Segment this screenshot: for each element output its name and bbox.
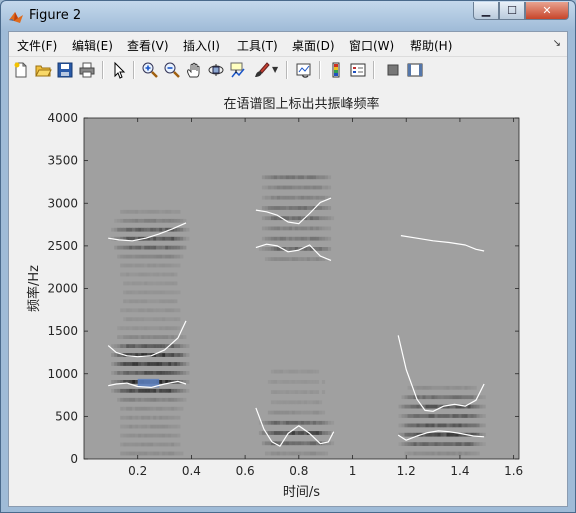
toolbar-separator (286, 61, 288, 79)
close-button[interactable]: ✕ (525, 2, 569, 20)
zoom-in-icon[interactable] (141, 61, 159, 79)
rotate-3d-icon[interactable] (207, 61, 225, 79)
y-tick-label: 1500 (47, 324, 78, 338)
save-icon[interactable] (56, 61, 74, 79)
minimize-icon: ▁ (481, 4, 491, 17)
hide-plot-tools-icon[interactable] (384, 61, 402, 79)
print-icon[interactable] (78, 61, 96, 79)
toolbar-separator (133, 61, 135, 79)
chart-title: 在语谱图上标出共振峰频率 (223, 96, 379, 112)
data-cursor-icon[interactable] (229, 61, 247, 79)
title-bar[interactable]: Figure 2 ▁ ☐ ✕ (1, 1, 575, 31)
figure-canvas: 在语谱图上标出共振峰频率 0.2 0.4 0.6 0.8 1 1.2 1.4 1.6 0 500… (9, 84, 567, 506)
x-tick-label: 1.2 (397, 464, 416, 478)
menu-help[interactable]: 帮助(H) (410, 37, 452, 54)
menubar: 文件(F) 编辑(E) 查看(V) 插入(I) 工具(T) 桌面(D) 窗口(W… (9, 32, 567, 56)
open-file-icon[interactable] (34, 61, 52, 79)
menu-desktop[interactable]: 桌面(D) (292, 37, 335, 54)
menu-edit[interactable]: 编辑(E) (72, 37, 113, 54)
x-tick-label: 0.8 (289, 464, 308, 478)
x-tick-label: 0.6 (236, 464, 255, 478)
maximize-icon: ☐ (507, 4, 517, 17)
spectrogram-image (84, 118, 519, 459)
x-tick-label: 1.6 (504, 464, 523, 478)
spectrogram-plot[interactable]: 在语谱图上标出共振峰频率 0.2 0.4 0.6 0.8 1 1.2 1.4 1.6 0 500… (9, 84, 567, 506)
brush-icon[interactable] (253, 61, 271, 79)
menu-tools[interactable]: 工具(T) (237, 37, 278, 54)
y-tick-label: 1000 (47, 367, 78, 381)
figure-toolbar: ▼ (9, 56, 567, 85)
brush-dropdown-icon[interactable]: ▼ (272, 65, 278, 74)
x-tick-label: 0.2 (128, 464, 147, 478)
y-axis-label: 频率/Hz (26, 265, 42, 312)
y-tick-label: 2000 (47, 282, 78, 296)
x-tick-label: 1.4 (450, 464, 469, 478)
y-tick-label: 0 (70, 452, 78, 466)
menu-insert[interactable]: 插入(I) (183, 37, 220, 54)
toolbar-separator (373, 61, 375, 79)
maximize-button[interactable]: ☐ (499, 2, 525, 20)
menu-window[interactable]: 窗口(W) (349, 37, 394, 54)
menu-file[interactable]: 文件(F) (17, 37, 57, 54)
figure-window: Figure 2 ▁ ☐ ✕ 文件(F) 编辑(E) 查看(V) 插入(I) 工… (0, 0, 576, 513)
x-axis-label: 时间/s (283, 485, 320, 500)
zoom-out-icon[interactable] (163, 61, 181, 79)
y-tick-label: 3500 (47, 154, 78, 168)
toolbar-separator (102, 61, 104, 79)
pointer-icon[interactable] (110, 61, 128, 79)
y-tick-label: 3000 (47, 196, 78, 210)
new-figure-icon[interactable] (12, 61, 30, 79)
x-tick-label: 1 (349, 464, 357, 478)
link-plot-icon[interactable] (295, 61, 313, 79)
colorbar-icon[interactable] (327, 61, 345, 79)
menubar-dock-arrow-icon[interactable]: ↘ (553, 38, 561, 49)
pan-hand-icon[interactable] (185, 61, 203, 79)
show-plot-tools-icon[interactable] (406, 61, 424, 79)
menu-view[interactable]: 查看(V) (127, 37, 169, 54)
window-title: Figure 2 (29, 8, 82, 23)
y-tick-label: 4000 (47, 111, 78, 125)
x-tick-label: 0.4 (182, 464, 201, 478)
figure-client-area: 文件(F) 编辑(E) 查看(V) 插入(I) 工具(T) 桌面(D) 窗口(W… (8, 31, 568, 507)
y-tick-label: 2500 (47, 239, 78, 253)
legend-icon[interactable] (349, 61, 367, 79)
close-icon: ✕ (542, 4, 552, 17)
minimize-button[interactable]: ▁ (473, 2, 499, 20)
matlab-logo-icon (9, 12, 23, 23)
y-tick-label: 500 (55, 409, 78, 423)
toolbar-separator (319, 61, 321, 79)
